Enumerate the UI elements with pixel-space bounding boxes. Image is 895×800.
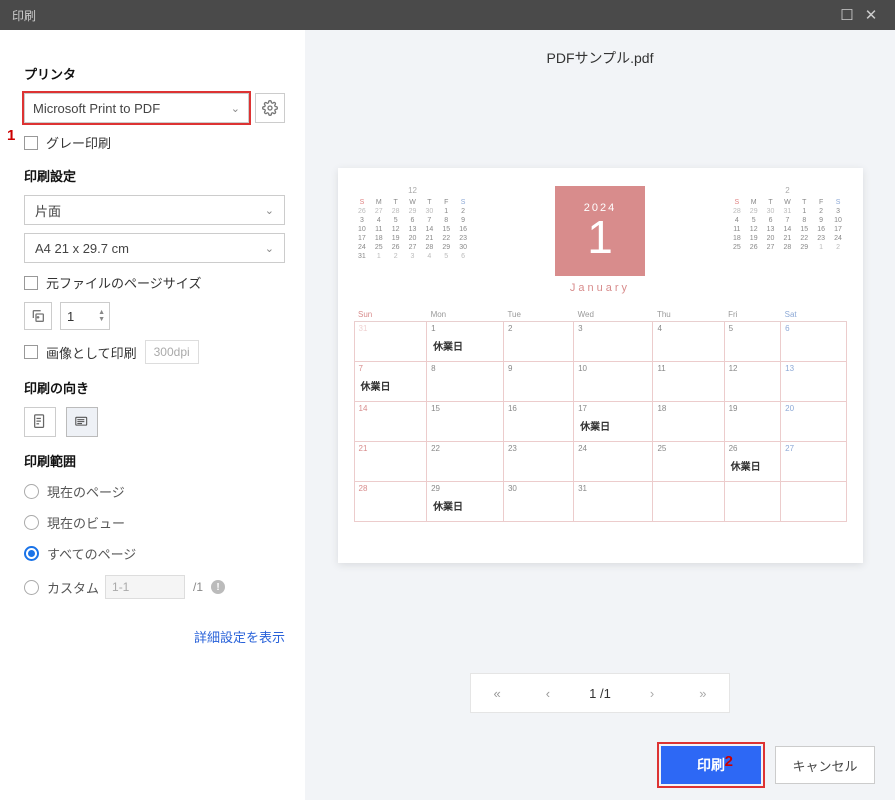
close-button[interactable]: ✕ bbox=[859, 6, 883, 24]
pager-first[interactable]: « bbox=[488, 686, 507, 701]
range-all-pages-label: すべてのページ bbox=[47, 544, 136, 563]
pager-last[interactable]: » bbox=[693, 686, 712, 701]
info-icon: ! bbox=[211, 580, 225, 594]
preview-pane: PDFサンプル.pdf 12 SMTWTFS 262728293012 3456… bbox=[305, 30, 895, 800]
grayscale-checkbox[interactable] bbox=[24, 136, 38, 150]
annotation-1: 1 bbox=[7, 127, 15, 144]
print-as-image-checkbox[interactable] bbox=[24, 345, 38, 359]
orientation-landscape-button[interactable] bbox=[66, 407, 98, 437]
advanced-settings-link[interactable]: 詳細設定を表示 bbox=[24, 627, 285, 646]
copies-icon bbox=[24, 302, 52, 330]
range-current-page-label: 現在のページ bbox=[47, 482, 125, 501]
cancel-button[interactable]: キャンセル bbox=[775, 746, 875, 784]
printer-heading: プリンタ bbox=[24, 64, 285, 83]
maximize-button[interactable]: ☐ bbox=[835, 6, 859, 24]
mini-calendar-next: 2 SMTWTFS 28293031123 45678910 111213141… bbox=[728, 186, 846, 252]
print-settings-sidebar: 1 プリンタ Microsoft Print to PDF ⌄ グレー印刷 印刷… bbox=[0, 30, 305, 800]
printer-settings-button[interactable] bbox=[255, 93, 285, 123]
page-navigator: « ‹ 1 /1 › » bbox=[470, 673, 730, 713]
range-custom-total: /1 bbox=[193, 580, 203, 594]
original-page-size-label: 元ファイルのページサイズ bbox=[46, 273, 201, 292]
print-button[interactable]: 印刷 bbox=[661, 746, 761, 784]
month-header: 2024 1 January bbox=[502, 186, 699, 294]
print-settings-heading: 印刷設定 bbox=[24, 166, 285, 185]
range-current-view[interactable]: 現在のビュー bbox=[24, 513, 285, 532]
chevron-down-icon: ⌄ bbox=[265, 204, 274, 217]
copies-value: 1 bbox=[67, 309, 74, 324]
duplex-value: 片面 bbox=[35, 201, 61, 220]
calendar-grid: SunMonTueWedThuFriSat 31 1休業日 2345 6 7休業… bbox=[354, 308, 847, 522]
range-all-pages[interactable]: すべてのページ bbox=[24, 544, 285, 563]
orientation-heading: 印刷の向き bbox=[24, 378, 285, 397]
gear-icon bbox=[262, 100, 278, 116]
paper-size-select[interactable]: A4 21 x 29.7 cm ⌄ bbox=[24, 233, 285, 263]
range-current-view-label: 現在のビュー bbox=[47, 513, 125, 532]
paper-size-value: A4 21 x 29.7 cm bbox=[35, 241, 129, 256]
chevron-down-icon: ⌄ bbox=[265, 242, 274, 255]
titlebar: 印刷 ☐ ✕ bbox=[0, 0, 895, 30]
copies-input[interactable]: 1 ▲▼ bbox=[60, 302, 110, 330]
orientation-portrait-button[interactable] bbox=[24, 407, 56, 437]
pager-prev[interactable]: ‹ bbox=[540, 686, 556, 701]
pager-next[interactable]: › bbox=[644, 686, 660, 701]
annotation-2: 2 bbox=[725, 753, 733, 770]
grayscale-label: グレー印刷 bbox=[46, 133, 111, 152]
duplex-select[interactable]: 片面 ⌄ bbox=[24, 195, 285, 225]
range-custom[interactable]: カスタム 1-1 /1 ! bbox=[24, 575, 285, 599]
page-preview: 12 SMTWTFS 262728293012 3456789 10111213… bbox=[338, 168, 863, 563]
chevron-down-icon: ⌄ bbox=[231, 102, 240, 115]
dialog-footer: 2 印刷 キャンセル bbox=[305, 730, 895, 800]
range-custom-label: カスタム bbox=[47, 578, 99, 597]
window-title: 印刷 bbox=[12, 7, 36, 24]
range-heading: 印刷範囲 bbox=[24, 451, 285, 470]
document-title: PDFサンプル.pdf bbox=[547, 48, 654, 68]
pager-label: 1 /1 bbox=[589, 686, 611, 701]
printer-select-value: Microsoft Print to PDF bbox=[33, 101, 160, 116]
range-current-page[interactable]: 現在のページ bbox=[24, 482, 285, 501]
original-page-size-checkbox[interactable] bbox=[24, 276, 38, 290]
range-custom-input[interactable]: 1-1 bbox=[105, 575, 185, 599]
mini-calendar-prev: 12 SMTWTFS 262728293012 3456789 10111213… bbox=[354, 186, 472, 261]
dpi-select[interactable]: 300dpi bbox=[145, 340, 199, 364]
print-as-image-label: 画像として印刷 bbox=[46, 343, 137, 362]
printer-select[interactable]: Microsoft Print to PDF ⌄ bbox=[24, 93, 249, 123]
copies-up[interactable]: ▲ bbox=[98, 309, 105, 316]
copies-down[interactable]: ▼ bbox=[98, 316, 105, 323]
